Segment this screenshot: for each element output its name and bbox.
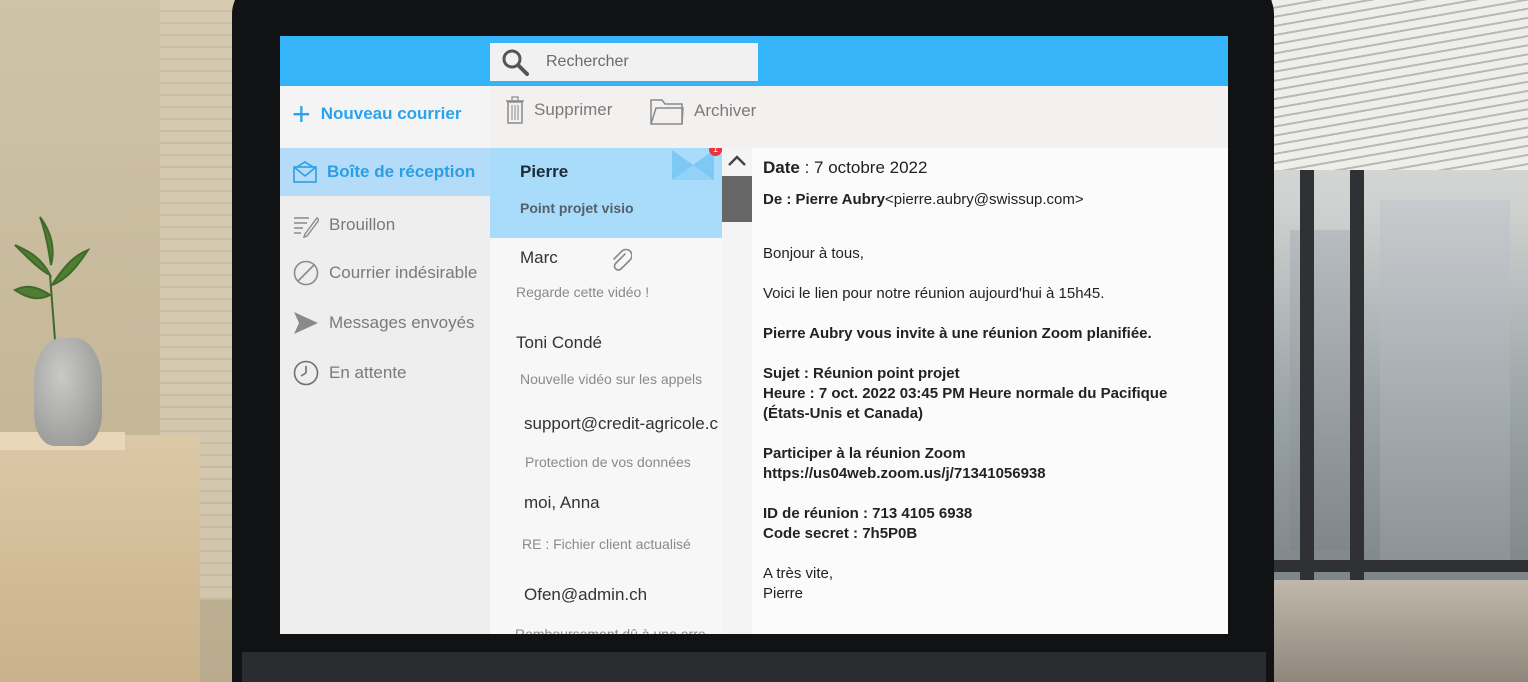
archive-label: Archiver [694, 101, 757, 120]
email-greeting: Bonjour à tous, [763, 245, 864, 262]
new-mail-label: Nouveau courrier [320, 104, 462, 123]
vase-decoration [34, 338, 102, 446]
message-list-scrollbar[interactable] [722, 148, 752, 634]
email-join-label: Participer à la réunion Zoom [763, 445, 966, 462]
sidebar-item-sent[interactable]: Messages envoyés [280, 299, 490, 347]
scrollbar-thumb[interactable] [722, 176, 752, 222]
message-sender: Pierre [520, 162, 569, 181]
sidebar-item-label: Messages envoyés [329, 313, 475, 332]
email-invite: Pierre Aubry vous invite à une réunion Z… [763, 325, 1152, 342]
email-date: Date : 7 octobre 2022 [763, 158, 927, 178]
email-from: De : Pierre Aubry<pierre.aubry@swissup.c… [763, 191, 1084, 208]
message-sender: support@credit-agricole.c [524, 414, 718, 433]
trash-icon [506, 96, 524, 124]
email-subject-line: Sujet : Réunion point projet [763, 365, 960, 382]
folder-sidebar: Boîte de réception Brouillon Courrier in… [280, 148, 490, 634]
clock-icon [293, 360, 319, 386]
message-item[interactable]: moi, Anna RE : Fichier client actualisé [490, 488, 722, 572]
sidebar-item-label: Brouillon [329, 215, 396, 234]
background-cabinet [0, 435, 200, 682]
message-subject: Protection de vos données [525, 454, 691, 470]
message-sender: Toni Condé [516, 333, 603, 352]
sidebar-item-draft[interactable]: Brouillon [280, 201, 490, 249]
email-signature: Pierre [763, 585, 804, 602]
email-time-line: (États-Unis et Canada) [763, 405, 924, 422]
email-from-address[interactable]: <pierre.aubry@swissup.com> [885, 191, 1084, 208]
search-input[interactable] [544, 52, 738, 72]
background-building [1380, 200, 1510, 560]
paperclip-icon [613, 248, 632, 271]
plus-icon: + [292, 96, 311, 132]
new-mail-button[interactable]: + Nouveau courrier [292, 98, 461, 130]
message-item[interactable]: Ofen@admin.ch Remboursement dû à une err… [490, 572, 722, 634]
unread-badge: 1 [709, 148, 722, 156]
email-meeting-id: ID de réunion : 713 4105 6938 [763, 505, 973, 522]
search-bar[interactable] [490, 43, 758, 81]
message-sender: Marc [520, 248, 558, 267]
email-passcode: Code secret : 7h5P0B [763, 525, 918, 542]
zoom-link[interactable]: https://us04web.zoom.us/j/71341056938 [763, 465, 1046, 482]
message-subject: Remboursement dû à une erre [515, 626, 706, 634]
message-sender: moi, Anna [524, 493, 600, 512]
message-subject: Point projet visio [520, 200, 634, 216]
sidebar-item-pending[interactable]: En attente [280, 349, 490, 397]
spam-icon [293, 260, 319, 286]
sidebar-item-label: Courrier indésirable [329, 263, 478, 282]
message-sender: Ofen@admin.ch [524, 585, 648, 604]
draft-icon [294, 216, 319, 238]
message-subject: Nouvelle vidéo sur les appels [520, 371, 703, 387]
email-closing: A très vite, [763, 565, 834, 582]
delete-label: Supprimer [534, 100, 613, 119]
message-subject: Regarde cette vidéo ! [516, 284, 650, 300]
background-floor [1272, 580, 1528, 682]
message-item[interactable]: support@credit-agricole.c Protection de … [490, 404, 722, 488]
email-from-label: De : Pierre Aubry [763, 191, 885, 208]
send-icon [294, 312, 318, 334]
chevron-up-icon[interactable] [728, 154, 746, 166]
message-subject: RE : Fichier client actualisé [522, 536, 691, 552]
email-time-line: Heure : 7 oct. 2022 03:45 PM Heure norma… [763, 385, 1168, 402]
email-intro: Voici le lien pour notre réunion aujourd… [763, 285, 1105, 302]
delete-button[interactable]: Supprimer [506, 96, 612, 124]
sidebar-item-inbox[interactable]: Boîte de réception [280, 148, 490, 196]
background-window-blinds [1272, 0, 1528, 170]
message-list: Pierre Point projet visio 1 Marc Regarde… [490, 148, 722, 634]
email-date-value: : 7 octobre 2022 [799, 158, 928, 177]
reading-pane: Date : 7 octobre 2022 De : Pierre Aubry<… [752, 148, 1228, 634]
sidebar-item-label: En attente [329, 363, 407, 382]
message-item[interactable]: Marc Regarde cette vidéo ! [490, 238, 722, 318]
email-date-label: Date [763, 158, 800, 177]
message-item[interactable]: Toni Condé Nouvelle vidéo sur les appels [490, 318, 722, 404]
plant-decoration [13, 216, 90, 341]
mail-app-window: + Nouveau courrier Supprimer Archiver Bo… [280, 36, 1228, 634]
laptop-base [242, 652, 1266, 682]
sidebar-item-label: Boîte de réception [327, 162, 476, 181]
folder-icon [650, 99, 684, 125]
inbox-icon [293, 161, 317, 183]
message-item-selected[interactable]: Pierre Point projet visio 1 [490, 148, 722, 238]
window-frame [1272, 560, 1528, 572]
search-icon [502, 49, 529, 76]
sidebar-item-spam[interactable]: Courrier indésirable [280, 249, 490, 297]
archive-button[interactable]: Archiver [650, 96, 756, 126]
